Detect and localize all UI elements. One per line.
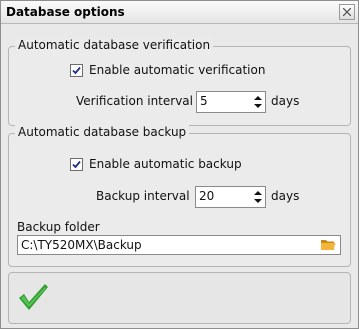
spin-arrows-icon[interactable] — [253, 189, 263, 205]
close-button[interactable] — [339, 4, 355, 20]
spin-arrows-icon[interactable] — [253, 94, 263, 110]
backup-unit: days — [271, 189, 300, 203]
backup-folder-value: C:\TY520MX\Backup — [21, 238, 142, 252]
action-bar — [8, 272, 351, 324]
verification-group: Automatic database verification Enable a… — [8, 38, 351, 126]
check-icon — [72, 160, 81, 169]
window-title: Database options — [6, 5, 125, 19]
backup-interval-value: 20 — [199, 189, 215, 203]
enable-backup-checkbox[interactable] — [70, 158, 83, 171]
folder-icon[interactable] — [320, 238, 336, 251]
checkmark-icon[interactable] — [17, 282, 49, 312]
check-icon — [72, 66, 81, 75]
backup-group: Automatic database backup Enable automat… — [8, 125, 351, 267]
backup-folder-label: Backup folder — [17, 220, 100, 234]
verification-unit: days — [271, 94, 300, 108]
backup-interval-spinner[interactable]: 20 — [195, 186, 266, 208]
enable-verification-label: Enable automatic verification — [89, 63, 266, 77]
backup-folder-input[interactable]: C:\TY520MX\Backup — [17, 235, 341, 255]
verification-interval-label: Verification interval — [76, 94, 193, 108]
title-bar[interactable]: Database options — [1, 1, 358, 24]
enable-verification-checkbox[interactable] — [70, 64, 83, 77]
verification-interval-spinner[interactable]: 5 — [196, 91, 266, 113]
backup-group-title: Automatic database backup — [15, 125, 190, 139]
enable-backup-label: Enable automatic backup — [89, 157, 242, 171]
verification-interval-value: 5 — [200, 94, 208, 108]
verification-group-title: Automatic database verification — [15, 38, 214, 52]
backup-interval-label: Backup interval — [96, 189, 190, 203]
close-x-icon — [343, 8, 351, 16]
database-options-dialog: Database options Automatic database veri… — [0, 0, 359, 329]
